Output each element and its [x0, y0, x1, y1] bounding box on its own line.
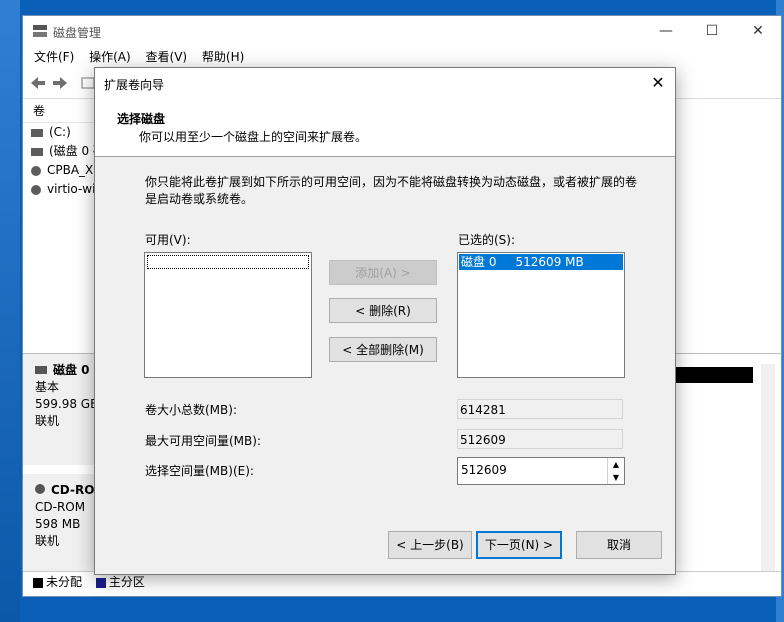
next-button[interactable]: 下一页(N) >: [476, 531, 562, 559]
dialog-header: 选择磁盘 你可以用至少一个磁盘上的空间来扩展卷。: [95, 98, 675, 157]
spin-up-icon[interactable]: ▲: [608, 458, 624, 471]
remove-all-button[interactable]: < 全部删除(M): [329, 337, 437, 362]
cd-icon: [35, 484, 45, 494]
max-space-label: 最大可用空间量(MB):: [145, 434, 261, 448]
drive-icon: [31, 147, 43, 156]
select-space-stepper[interactable]: 512609 ▲ ▼: [457, 457, 625, 485]
vertical-scrollbar[interactable]: [761, 364, 775, 574]
max-space-field: 512609: [457, 429, 623, 449]
extend-volume-wizard: 扩展卷向导 ✕ 选择磁盘 你可以用至少一个磁盘上的空间来扩展卷。 你只能将此卷扩…: [94, 67, 676, 575]
disk-icon: [35, 366, 47, 374]
cancel-button[interactable]: 取消: [576, 531, 662, 559]
dialog-description: 你只能将此卷扩展到如下所示的可用空间，因为不能将磁盘转换为动态磁盘，或者被扩展的…: [145, 175, 638, 206]
select-space-value[interactable]: 512609: [461, 463, 507, 477]
disk-name: CD-RO: [51, 483, 95, 497]
window-titlebar[interactable]: 磁盘管理 — ☐ ✕: [23, 16, 781, 46]
add-button[interactable]: 添加(A) >: [329, 260, 437, 285]
dialog-close-button[interactable]: ✕: [641, 68, 675, 98]
available-label: 可用(V):: [145, 233, 191, 247]
total-size-label: 卷大小总数(MB):: [145, 403, 237, 417]
minimize-button[interactable]: —: [643, 16, 689, 46]
menu-help[interactable]: 帮助(H): [202, 46, 244, 68]
cd-icon: [31, 165, 41, 176]
step-subtitle: 你可以用至少一个磁盘上的空间来扩展卷。: [139, 130, 368, 144]
close-window-button[interactable]: ✕: [735, 16, 781, 46]
legend-swatch-primary: [95, 577, 106, 588]
window-title: 磁盘管理: [53, 26, 102, 40]
menu-file[interactable]: 文件(F): [34, 46, 74, 68]
spin-down-icon[interactable]: ▼: [608, 471, 624, 484]
menu-action[interactable]: 操作(A): [89, 46, 131, 68]
selected-disk-item[interactable]: 磁盘 0 512609 MB: [459, 254, 623, 270]
selected-label: 已选的(S):: [458, 233, 516, 247]
forward-arrow-icon[interactable]: [51, 75, 69, 91]
spin-arrows: ▲ ▼: [607, 458, 624, 484]
dialog-title: 扩展卷向导: [104, 78, 165, 92]
unallocated-bar[interactable]: [673, 367, 753, 383]
selected-disks-list[interactable]: 磁盘 0 512609 MB: [457, 252, 625, 378]
available-disks-list[interactable]: [144, 252, 312, 378]
step-title: 选择磁盘: [117, 112, 166, 126]
remove-button[interactable]: < 删除(R): [329, 298, 437, 323]
maximize-button[interactable]: ☐: [689, 16, 735, 46]
cd-icon: [31, 184, 41, 195]
legend-label: 主分区: [108, 575, 145, 589]
disk-name: 磁盘 0: [53, 363, 90, 377]
focus-rect: [147, 255, 309, 269]
total-size-field: 614281: [457, 399, 623, 419]
dialog-titlebar[interactable]: 扩展卷向导 ✕: [95, 68, 675, 98]
back-button[interactable]: < 上一步(B): [388, 531, 472, 559]
menu-view[interactable]: 查看(V): [146, 46, 188, 68]
desktop-background: [0, 0, 20, 622]
legend-swatch-unallocated: [33, 577, 43, 588]
disk-management-icon: [33, 25, 47, 37]
back-arrow-icon[interactable]: [29, 75, 47, 91]
legend-label: 未分配: [46, 575, 83, 589]
select-space-label: 选择空间量(MB)(E):: [145, 464, 254, 478]
drive-icon: [31, 128, 43, 137]
menu-bar: 文件(F) 操作(A) 查看(V) 帮助(H): [23, 46, 781, 68]
